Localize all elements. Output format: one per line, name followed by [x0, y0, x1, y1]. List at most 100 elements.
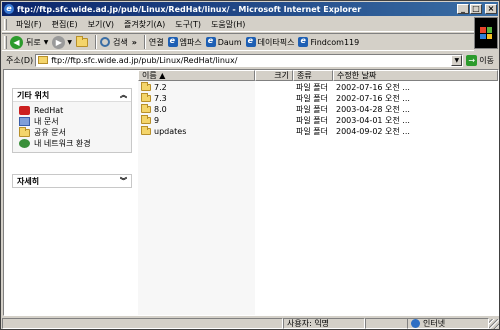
forward-arrow-icon: ▶: [52, 35, 66, 49]
link-daum[interactable]: Daum: [205, 36, 242, 47]
windows-logo-icon: [474, 17, 498, 49]
content-area: 기타 위치 ︽ RedHat 내 문서 공유 문서 내 네트워크 환경 자세히 …: [3, 69, 499, 316]
link-daum-label: Daum: [217, 37, 242, 47]
status-spacer: [365, 318, 407, 329]
menu-bar: 파일(F) 편집(E) 보기(V) 즐겨찾기(A) 도구(T) 도움말(H): [2, 17, 498, 32]
link-datafix[interactable]: 데이타픽스: [245, 36, 295, 48]
toolbar-separator: [94, 35, 97, 49]
link-empas-label: 엠파스: [179, 37, 202, 47]
chevron-down-icon[interactable]: ▼: [67, 39, 72, 46]
folder-icon: [141, 93, 151, 102]
folder-icon: [38, 56, 49, 64]
address-bar: 주소(D) ftp://ftp.sfc.wide.ad.jp/pub/Linux…: [2, 52, 498, 68]
close-button[interactable]: ×: [485, 4, 497, 14]
item-modified: 2002-07-16 오전 ...: [336, 94, 410, 103]
list-item[interactable]: updates 파일 폴더 2004-09-02 오전 ...: [138, 126, 498, 137]
menu-view[interactable]: 보기(V): [83, 19, 119, 30]
item-type: 파일 폴더: [296, 105, 328, 114]
search-icon: [99, 37, 110, 47]
menu-file[interactable]: 파일(F): [11, 19, 47, 30]
details-panel: 자세히 ︾: [12, 174, 132, 188]
place-network[interactable]: 내 네트워크 환경: [19, 138, 131, 149]
column-header-size[interactable]: 크기: [255, 70, 293, 81]
ie-page-icon: [298, 36, 309, 47]
link-datafix-label: 데이타픽스: [257, 37, 295, 47]
link-findcom119-label: Findcom119: [310, 37, 360, 47]
menu-edit[interactable]: 편집(E): [47, 19, 83, 30]
place-my-documents[interactable]: 내 문서: [19, 116, 131, 127]
item-modified: 2002-07-16 오전 ...: [336, 83, 410, 92]
place-shared-documents[interactable]: 공유 문서: [19, 126, 131, 138]
item-name: 7.2: [154, 83, 167, 92]
details-header[interactable]: 자세히 ︾: [13, 175, 131, 187]
item-modified: 2003-04-28 오전 ...: [336, 105, 410, 114]
item-type: 파일 폴더: [296, 94, 328, 103]
place-redhat[interactable]: RedHat: [19, 105, 131, 116]
toolbar-grip[interactable]: [4, 18, 7, 30]
place-label: 공유 문서: [34, 128, 66, 137]
address-input[interactable]: ftp://ftp.sfc.wide.ad.jp/pub/Linux/RedHa…: [35, 53, 464, 67]
column-header-type[interactable]: 종류: [293, 70, 333, 81]
back-label: 뒤로: [26, 37, 41, 47]
ie-page-icon: [167, 36, 178, 47]
address-value[interactable]: ftp://ftp.sfc.wide.ad.jp/pub/Linux/RedHa…: [51, 56, 451, 65]
window-title: ftp://ftp.sfc.wide.ad.jp/pub/Linux/RedHa…: [17, 4, 362, 14]
ie-page-icon: [205, 36, 216, 47]
list-item[interactable]: 9 파일 폴더 2003-04-01 오전 ...: [138, 115, 498, 126]
toolbar-grip[interactable]: [4, 35, 7, 49]
task-pane: 기타 위치 ︽ RedHat 내 문서 공유 문서 내 네트워크 환경 자세히 …: [4, 70, 138, 315]
item-name: 7.3: [154, 94, 167, 103]
item-name: 9: [154, 116, 160, 125]
collapse-chevron-icon[interactable]: ︽: [120, 90, 127, 100]
list-item[interactable]: 7.2 파일 폴더 2002-07-16 오전 ...: [138, 82, 498, 93]
status-zone: 인터넷: [407, 318, 489, 329]
address-dropdown-button[interactable]: ▼: [451, 54, 463, 66]
toolbar-more-button[interactable]: »: [132, 38, 137, 47]
maximize-button[interactable]: □: [470, 4, 482, 14]
place-label: 내 문서: [34, 117, 59, 126]
expand-chevron-icon[interactable]: ︾: [120, 176, 127, 186]
item-name: 8.0: [154, 105, 167, 114]
search-button[interactable]: 검색: [99, 37, 128, 48]
menu-tools[interactable]: 도구(T): [170, 19, 206, 30]
item-type: 파일 폴더: [296, 116, 328, 125]
up-folder-button[interactable]: [75, 35, 88, 47]
link-empas[interactable]: 엠파스: [167, 36, 202, 48]
list-item[interactable]: 8.0 파일 폴더 2003-04-28 오전 ...: [138, 104, 498, 115]
status-user: 사용자: 익명: [283, 318, 365, 329]
go-label: 이동: [479, 55, 494, 65]
ie-page-icon: [245, 36, 256, 47]
list-item[interactable]: 7.3 파일 폴더 2002-07-16 오전 ...: [138, 93, 498, 104]
go-button[interactable]: → 이동: [466, 54, 494, 66]
column-header-name[interactable]: 이름 ▲: [138, 70, 255, 81]
forward-button[interactable]: ▶ ▼: [52, 35, 72, 49]
documents-icon: [19, 117, 30, 126]
resize-grip[interactable]: [489, 318, 499, 329]
chevron-down-icon[interactable]: ▼: [44, 39, 49, 46]
folder-icon: [141, 126, 151, 135]
standard-toolbar: ◀ 뒤로 ▼ ▶ ▼ 검색 » 연결 엠파스 Daum 데이타픽스 Findco…: [2, 33, 474, 51]
menu-help[interactable]: 도움말(H): [206, 19, 250, 30]
back-button[interactable]: ◀ 뒤로 ▼: [10, 35, 49, 49]
column-header-modified[interactable]: 수정한 날짜: [333, 70, 498, 81]
item-name: updates: [154, 127, 187, 136]
status-zone-label: 인터넷: [423, 319, 446, 328]
network-icon: [19, 139, 30, 148]
other-places-header[interactable]: 기타 위치 ︽: [13, 89, 131, 101]
minimize-button[interactable]: _: [457, 4, 469, 14]
file-list: 이름 ▲ 크기 종류 수정한 날짜 7.2 파일 폴더 2002-07-16 오…: [138, 70, 498, 315]
folder-up-icon: [75, 35, 88, 47]
folder-icon: [19, 126, 30, 137]
item-type: 파일 폴더: [296, 127, 328, 136]
title-bar[interactable]: e ftp://ftp.sfc.wide.ad.jp/pub/Linux/Red…: [2, 2, 498, 16]
folder-icon: [141, 115, 151, 124]
link-findcom119[interactable]: Findcom119: [298, 36, 360, 47]
place-label: 내 네트워크 환경: [34, 139, 91, 148]
other-places-title: 기타 위치: [17, 90, 50, 100]
globe-icon: [411, 319, 420, 328]
place-label: RedHat: [34, 106, 64, 115]
go-arrow-icon: →: [466, 54, 478, 66]
menu-favorites[interactable]: 즐겨찾기(A): [119, 19, 170, 30]
item-modified: 2003-04-01 오전 ...: [336, 116, 410, 125]
item-type: 파일 폴더: [296, 83, 328, 92]
